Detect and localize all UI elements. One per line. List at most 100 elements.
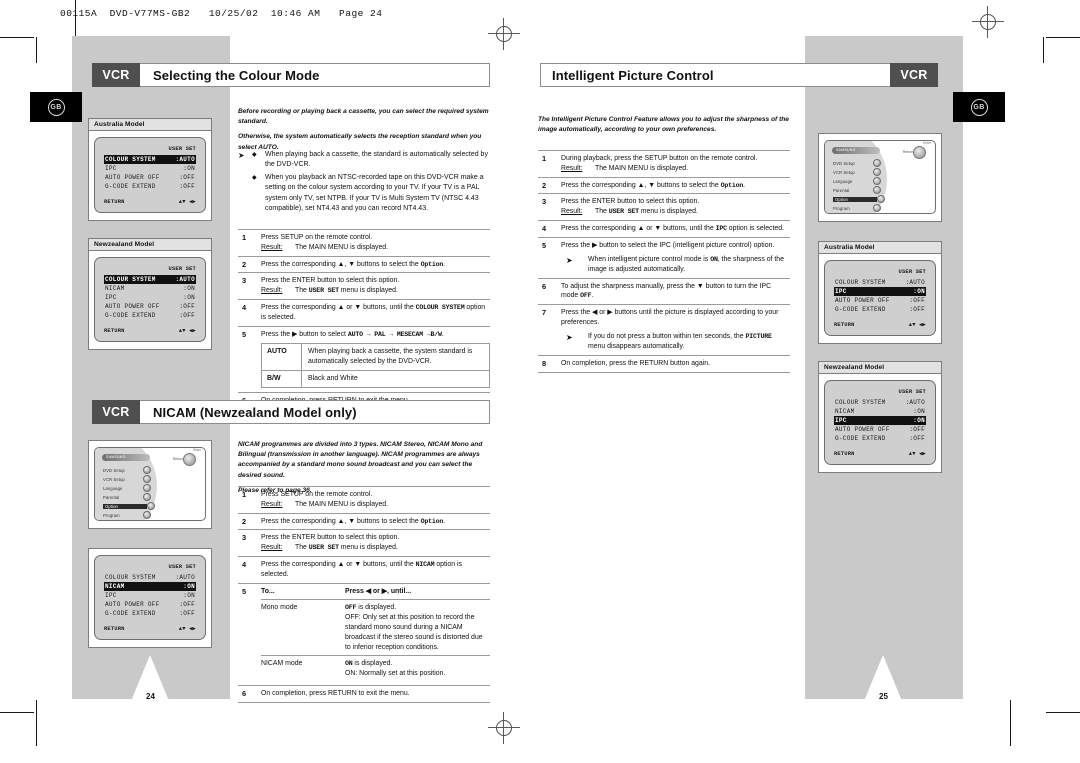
- manual-spread: 00115A DVD-V77MS-GB2 10/25/02 10:46 AM P…: [0, 0, 1080, 763]
- menu-item-vcr-setup[interactable]: VCR Setup: [103, 475, 161, 483]
- menu-item-label: DVD Setup: [833, 160, 855, 166]
- osd-row-ipc[interactable]: IPC:ON: [834, 287, 926, 296]
- menu-item-vcr-setup[interactable]: VCR Setup: [833, 168, 891, 176]
- osd-key: G-CODE EXTEND: [105, 610, 156, 617]
- mode-key: B/W: [262, 370, 302, 387]
- mode-key: AUTO: [262, 344, 302, 370]
- menu-item-option[interactable]: Option: [833, 195, 891, 203]
- osd-row-auto-power-off[interactable]: AUTO POWER OFF:OFF: [834, 425, 926, 434]
- osd-key: COLOUR SYSTEM: [105, 276, 156, 283]
- menu-item-label: Parental: [833, 187, 850, 193]
- osd-row-auto-power-off[interactable]: AUTO POWER OFF:OFF: [834, 296, 926, 305]
- step-number: 2: [542, 180, 547, 190]
- mode-keyword: OFF: [345, 604, 357, 612]
- gb-badge-right: GB: [970, 98, 988, 116]
- osd-row-ipc[interactable]: IPC:ON: [104, 591, 196, 600]
- menu-item-language[interactable]: Language: [103, 484, 161, 492]
- capture-frame: USER SET COLOUR SYSTEM:AUTO NICAM:ON IPC…: [818, 374, 942, 473]
- osd-dpad-icon: ▲▼ ◀▶: [908, 451, 926, 457]
- step-body: Press the ENTER button to select this op…: [261, 276, 490, 296]
- osd-screen: USER SET COLOUR SYSTEM:AUTO NICAM:ON IPC…: [94, 257, 206, 342]
- dial-icon[interactable]: [913, 146, 926, 159]
- osd-key: IPC: [105, 294, 117, 301]
- step-text: Press the ENTER button to select this op…: [261, 534, 400, 542]
- step-row: 5 Press the ▶ button to select the IPC (…: [538, 236, 790, 278]
- section-title-colour-mode: Selecting the Colour Mode: [140, 63, 490, 87]
- osd-main-menu: SAMSUNG Return Enter DVD Setup VCR Setup…: [824, 140, 936, 214]
- step-text: Press SETUP on the remote control.: [261, 234, 373, 241]
- menu-bullet-icon: [143, 466, 151, 474]
- step-body: Press SETUP on the remote control. Resul…: [261, 233, 490, 253]
- mode-table: AUTO When playing back a cassette, the s…: [261, 343, 490, 388]
- menu-item-language[interactable]: Language: [833, 177, 891, 185]
- osd-row-colour-system[interactable]: COLOUR SYSTEM:AUTO: [104, 573, 196, 582]
- osd-row-colour-system[interactable]: COLOUR SYSTEM :AUTO: [104, 275, 196, 284]
- osd-row-nicam[interactable]: NICAM:ON: [834, 407, 926, 416]
- osd-row-nicam[interactable]: NICAM:ON: [104, 582, 196, 591]
- menu-item-program[interactable]: Program: [103, 511, 161, 519]
- step-row: 3 Press the ENTER button to select this …: [538, 193, 790, 220]
- menu-item-dvd-setup[interactable]: DVD Setup: [833, 159, 891, 167]
- result-text: The MAIN MENU is displayed.: [595, 164, 689, 172]
- osd-row-colour-system[interactable]: COLOUR SYSTEM:AUTO: [834, 398, 926, 407]
- osd-value: :OFF: [909, 426, 925, 433]
- gb-badge-left: GB: [47, 98, 65, 116]
- menu-item-program[interactable]: Program: [833, 204, 891, 212]
- osd-value: :AUTO: [175, 276, 195, 283]
- menu-item-parental[interactable]: Parental: [103, 493, 161, 501]
- crop-mark-bottom-left-horizontal: [0, 712, 34, 713]
- osd-key: IPC: [105, 165, 117, 172]
- osd-row-auto-power-off[interactable]: AUTO POWER OFF:OFF: [104, 600, 196, 609]
- step-number: 1: [242, 233, 247, 242]
- osd-row-nicam[interactable]: NICAM:ON: [104, 284, 196, 293]
- result-label: Result:: [261, 243, 283, 251]
- osd-key: IPC: [835, 417, 847, 424]
- osd-row-gcode-extend[interactable]: G-CODE EXTEND:OFF: [104, 609, 196, 618]
- menu-item-label: Program: [103, 512, 120, 518]
- step-row: 3 Press the ENTER button to select this …: [238, 272, 490, 299]
- dial-icon[interactable]: [183, 453, 196, 466]
- crop-mark-bottom-left-vertical: [36, 700, 37, 746]
- result-text-tail: menu is displayed.: [338, 544, 398, 552]
- osd-row-gcode-extend[interactable]: G-CODE EXTEND:OFF: [104, 182, 196, 191]
- osd-row-gcode-extend[interactable]: G-CODE EXTEND:OFF: [834, 305, 926, 314]
- osd-row-ipc[interactable]: IPC:ON: [104, 293, 196, 302]
- osd-row-colour-system[interactable]: COLOUR SYSTEM:AUTO: [104, 155, 196, 164]
- osd-key: AUTO POWER OFF: [105, 601, 160, 608]
- osd-return-label: RETURN: [104, 626, 125, 632]
- menu-bullet-icon: [143, 484, 151, 492]
- osd-row-gcode-extend[interactable]: G-CODE EXTEND:OFF: [104, 311, 196, 320]
- steps-colour-mode: 1 Press SETUP on the remote control. Res…: [238, 229, 490, 412]
- mode-text: is displayed.: [352, 660, 393, 668]
- step-keyword: Option: [420, 517, 444, 525]
- mode-text: is displayed.: [356, 604, 397, 612]
- menu-item-dvd-setup[interactable]: DVD Setup: [103, 466, 161, 474]
- crop-mark-left-horizontal: [0, 37, 34, 38]
- step-text: During playback, press the SETUP button …: [561, 155, 758, 162]
- osd-key: NICAM: [105, 583, 125, 590]
- intro-paragraph: The Intelligent Picture Control Feature …: [538, 116, 789, 134]
- osd-value: :OFF: [179, 174, 195, 181]
- capture-frame: SAMSUNG Return Enter DVD Setup VCR Setup…: [88, 440, 212, 529]
- osd-row-auto-power-off[interactable]: AUTO POWER OFF:OFF: [104, 173, 196, 182]
- osd-row-ipc[interactable]: IPC:ON: [104, 164, 196, 173]
- osd-row-gcode-extend[interactable]: G-CODE EXTEND:OFF: [834, 434, 926, 443]
- step-result: Result: The MAIN MENU is displayed.: [561, 164, 790, 174]
- osd-row-colour-system[interactable]: COLOUR SYSTEM:AUTO: [834, 278, 926, 287]
- note-keyword: ON: [710, 255, 718, 263]
- step-text-tail: .: [441, 330, 444, 338]
- menu-bullet-icon: [873, 186, 881, 194]
- osd-footer: RETURN ▲▼ ◀▶: [834, 322, 926, 328]
- osd-screen: USER SET COLOUR SYSTEM:AUTO IPC:ON AUTO …: [824, 260, 936, 336]
- osd-screen: USER SET COLOUR SYSTEM:AUTO NICAM:ON IPC…: [94, 555, 206, 640]
- vcr-tag-nicam: VCR: [92, 400, 140, 424]
- osd-row-auto-power-off[interactable]: AUTO POWER OFF:OFF: [104, 302, 196, 311]
- menu-item-parental[interactable]: Parental: [833, 186, 891, 194]
- osd-row-ipc[interactable]: IPC:ON: [834, 416, 926, 425]
- step-text: Press the corresponding ▲, ▼ buttons to …: [261, 517, 421, 525]
- menu-item-option[interactable]: Option: [103, 502, 161, 510]
- result-text: The MAIN MENU is displayed.: [295, 500, 389, 508]
- section-header-nicam: VCR NICAM (Newzealand Model only): [92, 400, 490, 424]
- capture-frame: USER SET COLOUR SYSTEM:AUTO IPC:ON AUTO …: [88, 131, 212, 221]
- menu-item-label: Option: [833, 196, 877, 202]
